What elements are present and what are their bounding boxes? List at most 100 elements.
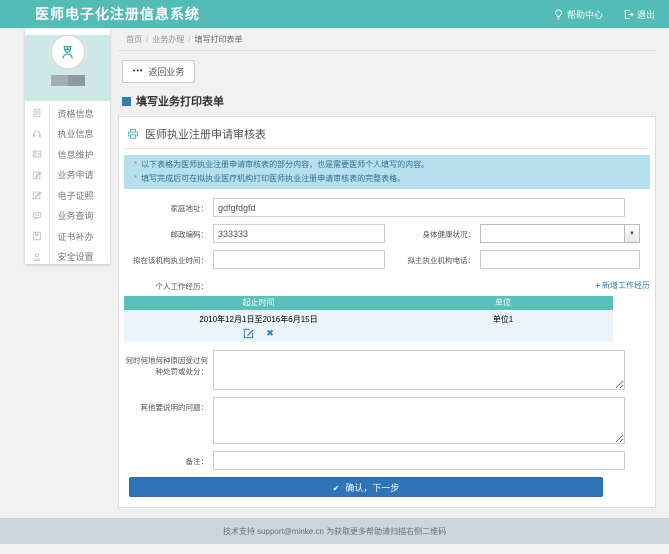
user-name-redacted	[51, 75, 85, 86]
form-row-work-experience: 个人工作经历： +新增工作经历	[124, 276, 650, 292]
edit-icon	[25, 190, 49, 200]
breadcrumb: 首页 / 业务办理 / 填写打印表单	[118, 28, 656, 51]
remark-input[interactable]	[213, 451, 625, 470]
notice-line: *填写完成后可在拟执业医疗机构打印医师执业注册申请审核表的完整表格。	[134, 172, 640, 186]
doctor-icon	[57, 42, 78, 63]
punishment-textarea[interactable]	[213, 350, 625, 390]
top-bar: 医师电子化注册信息系统 帮助中心 退出	[0, 0, 669, 28]
health-status-value	[481, 225, 624, 242]
sidebar-item-label: 业务查询	[49, 209, 110, 222]
id-card-icon	[25, 149, 49, 159]
work-experience-label: 个人工作经历：	[124, 276, 208, 292]
home-address-label: 家庭地址：	[124, 198, 208, 214]
plus-icon: +	[595, 281, 600, 290]
logout-icon	[623, 9, 634, 20]
help-lightbulb-icon	[553, 9, 564, 20]
practice-time-label: 拟在该机构执业时间：	[124, 250, 208, 266]
panel-title: 医师执业注册申请审核表	[145, 126, 266, 142]
sidebar-item-business-query[interactable]: 业务查询	[25, 206, 110, 227]
user-profile-block	[25, 35, 110, 101]
table-header-row: 起止时间 单位	[124, 296, 613, 310]
experience-unit: 单位1	[393, 314, 613, 339]
sidebar: 资格信息 执业信息 信息维护 业务申请 电子证照 业务查询	[25, 28, 110, 264]
printer-icon	[127, 128, 139, 140]
bullet-icon: *	[134, 174, 137, 183]
work-experience-table: 起止时间 单位 2010年12月1日至2016年6月15日 ✖	[124, 296, 613, 342]
book-icon	[25, 231, 49, 241]
query-bubble-icon	[25, 211, 49, 221]
confirm-next-label: 确认，下一步	[345, 483, 399, 493]
notice-box: *以下表格为医师执业注册申请审核表的部分内容，也是需要医师个人填写的内容。 *填…	[124, 155, 650, 189]
experience-period: 2010年12月1日至2016年6月15日	[124, 314, 393, 325]
bullet-icon: *	[134, 160, 137, 169]
form-row-postal-health: 邮政编码： 身体健康状况： ▼	[124, 224, 650, 243]
breadcrumb-separator: /	[146, 35, 148, 44]
sidebar-item-label: 执业信息	[49, 127, 110, 140]
sidebar-item-security-settings[interactable]: 安全设置	[25, 247, 110, 268]
sidebar-item-label: 安全设置	[49, 250, 110, 263]
punishment-label: 何时何地何种原因受过何种处罚或处分：	[124, 350, 208, 377]
check-icon: ✔	[333, 484, 340, 493]
breadcrumb-separator: /	[188, 35, 190, 44]
dropdown-arrow-icon[interactable]: ▼	[624, 225, 639, 242]
footer: 技术支持 support@minke.cn 为获取更多帮助请扫描右侧二维码	[0, 518, 669, 544]
sidebar-menu: 资格信息 执业信息 信息维护 业务申请 电子证照 业务查询	[25, 101, 110, 267]
sidebar-item-certificate-reissue[interactable]: 证书补办	[25, 226, 110, 247]
edit-icon	[25, 170, 49, 180]
other-issues-textarea[interactable]	[213, 397, 625, 444]
org-phone-input[interactable]	[480, 250, 640, 269]
org-phone-label: 拟主执业机构电话：	[387, 250, 475, 266]
form-panel: 医师执业注册申请审核表 *以下表格为医师执业注册申请审核表的部分内容，也是需要医…	[118, 116, 656, 508]
form-row-time-phone: 拟在该机构执业时间： 拟主执业机构电话：	[124, 250, 650, 269]
delete-row-icon[interactable]: ✖	[266, 329, 274, 338]
health-status-select[interactable]: ▼	[480, 224, 640, 243]
panel-header: 医师执业注册申请审核表	[124, 123, 650, 149]
notice-line: *以下表格为医师执业注册申请审核表的部分内容，也是需要医师个人填写的内容。	[134, 158, 640, 172]
form-row-punishment: 何时何地何种原因受过何种处罚或处分：	[124, 350, 650, 390]
app-title: 医师电子化注册信息系统	[35, 4, 200, 24]
table-row: 2010年12月1日至2016年6月15日 ✖ 单位1	[124, 310, 613, 342]
column-header-period: 起止时间	[124, 296, 393, 310]
home-address-input[interactable]	[213, 198, 625, 217]
logout-button[interactable]: 退出	[623, 8, 655, 21]
sidebar-item-business-application[interactable]: 业务申请	[25, 165, 110, 186]
health-status-label: 身体健康状况：	[387, 224, 475, 240]
user-icon	[25, 252, 49, 262]
other-issues-label: 其他要说明的问题：	[124, 397, 208, 413]
postal-code-input[interactable]	[213, 224, 385, 243]
blue-square-icon	[122, 97, 131, 106]
confirm-next-button[interactable]: ✔ 确认，下一步	[129, 477, 603, 497]
help-center-button[interactable]: 帮助中心	[553, 8, 603, 21]
document-icon	[25, 108, 49, 118]
sidebar-item-qualification-info[interactable]: 资格信息	[25, 103, 110, 124]
page-title: 填写业务打印表单	[122, 93, 656, 109]
sidebar-item-label: 资格信息	[49, 107, 110, 120]
logout-label: 退出	[637, 8, 655, 21]
sidebar-item-electronic-license[interactable]: 电子证照	[25, 185, 110, 206]
app-window: 医师电子化注册信息系统 帮助中心 退出	[0, 0, 669, 554]
breadcrumb-business-link[interactable]: 业务办理	[152, 35, 184, 44]
footer-support-text: 技术支持 support@minke.cn 为获取更多帮助请扫描右侧二维码	[223, 526, 446, 537]
edit-row-icon[interactable]	[243, 328, 254, 339]
page-title-text: 填写业务打印表单	[136, 93, 224, 109]
return-business-label: 返回业务	[148, 65, 184, 78]
return-business-button[interactable]: ••• 返回业务	[122, 60, 195, 83]
sidebar-item-practice-info[interactable]: 执业信息	[25, 124, 110, 145]
ellipsis-icon: •••	[133, 69, 143, 74]
practice-time-input[interactable]	[213, 250, 385, 269]
breadcrumb-current: 填写打印表单	[194, 35, 242, 44]
application-form: 家庭地址： 邮政编码： 身体健康状况： ▼ 拟在该机构执业时间： 拟主执业机构电…	[124, 198, 650, 497]
form-row-remark: 备注：	[124, 451, 650, 470]
form-row-home-address: 家庭地址：	[124, 198, 650, 217]
add-work-experience-link[interactable]: +新增工作经历	[595, 276, 650, 291]
postal-code-label: 邮政编码：	[124, 224, 208, 240]
column-header-unit: 单位	[393, 296, 613, 310]
help-center-label: 帮助中心	[567, 8, 603, 21]
sidebar-item-info-maintenance[interactable]: 信息维护	[25, 144, 110, 165]
avatar[interactable]	[51, 35, 85, 69]
breadcrumb-home-link[interactable]: 首页	[126, 35, 142, 44]
menu-divider	[49, 104, 50, 264]
form-row-other-issues: 其他要说明的问题：	[124, 397, 650, 444]
sidebar-item-label: 信息维护	[49, 148, 110, 161]
sidebar-item-label: 电子证照	[49, 189, 110, 202]
